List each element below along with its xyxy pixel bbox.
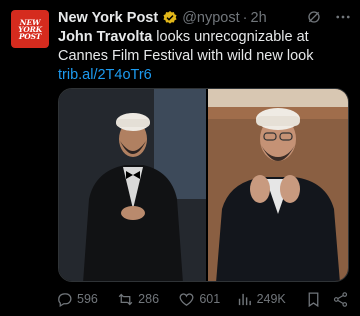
header-actions <box>306 9 352 29</box>
photo-right-illustration <box>207 89 348 281</box>
share-icon <box>334 291 348 307</box>
avatar[interactable]: NEW YORK POST <box>11 10 49 48</box>
tweet-header: New York Post @nypost · 2h <box>58 9 352 27</box>
repost-count: 286 <box>138 292 160 306</box>
bookmark-button[interactable] <box>305 291 333 308</box>
reply-icon <box>58 292 72 307</box>
views-chart-icon <box>238 293 251 305</box>
like-button[interactable]: 601 <box>178 291 235 308</box>
like-count: 601 <box>199 292 221 306</box>
views-button[interactable]: 249K <box>236 291 305 308</box>
timestamp[interactable]: 2h <box>251 10 267 26</box>
media-photo-left[interactable] <box>59 89 206 281</box>
media-photo-right[interactable] <box>207 89 348 281</box>
reply-button[interactable]: 596 <box>56 291 117 308</box>
account-handle[interactable]: @nypost <box>182 10 239 26</box>
share-button[interactable] <box>332 291 352 308</box>
bookmark-icon <box>308 291 319 307</box>
avatar-logo-text: NEW YORK POST <box>18 17 42 41</box>
reply-count: 596 <box>77 292 98 306</box>
separator-dot: · <box>242 10 248 26</box>
account-name[interactable]: New York Post <box>58 10 158 26</box>
tweet-text-bold: John Travolta <box>58 29 153 45</box>
heart-icon <box>179 292 194 306</box>
verified-badge-icon[interactable] <box>162 10 178 26</box>
more-options-icon[interactable] <box>334 9 352 29</box>
tweet-text: John Travolta looks unrecognizable at Ca… <box>58 28 350 85</box>
view-count: 249K <box>256 292 286 306</box>
grok-icon[interactable] <box>306 9 322 29</box>
action-bar: 596 286 601 249K <box>56 288 352 310</box>
media-grid[interactable] <box>58 88 349 282</box>
tweet[interactable]: NEW YORK POST New York Post @nypost · 2h… <box>0 0 360 316</box>
photo-left-illustration <box>59 89 206 281</box>
repost-icon <box>118 293 133 305</box>
repost-button[interactable]: 286 <box>117 291 178 308</box>
tweet-link[interactable]: trib.al/2T4oTr6 <box>58 66 350 85</box>
